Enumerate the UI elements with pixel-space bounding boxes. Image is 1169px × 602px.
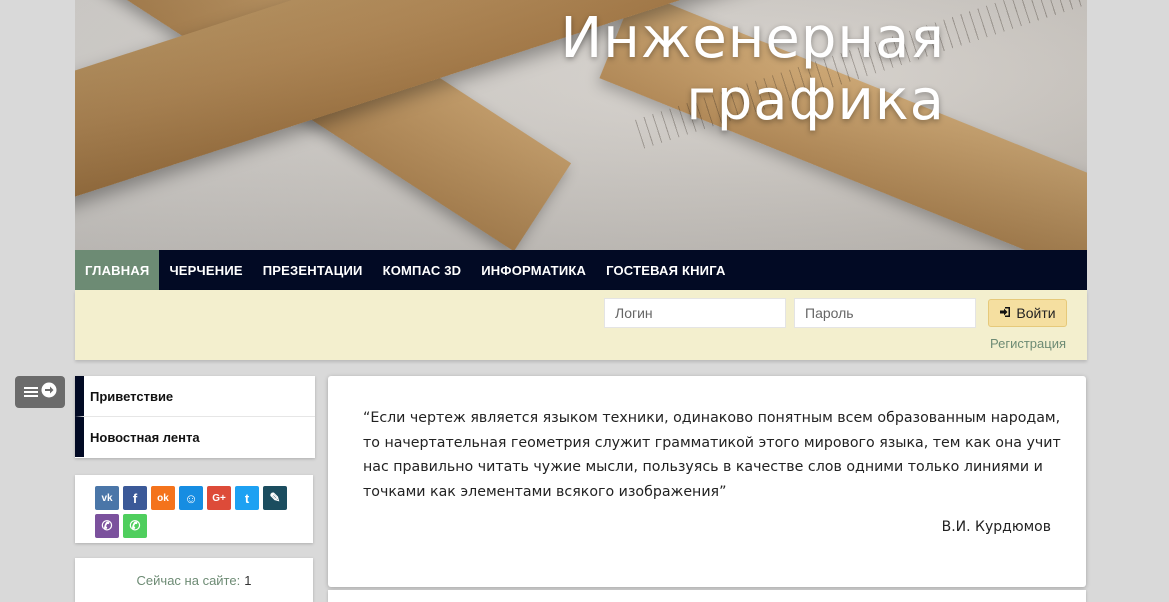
online-label: Сейчас на сайте: [136,572,241,588]
facebook-icon: f [132,490,138,506]
nav-item-presentations[interactable]: ПРЕЗЕНТАЦИИ [253,250,373,290]
menu-icon [23,383,38,402]
sidebar-menu: Приветствие Новостная лента [75,376,315,458]
quote-text: “Если чертеж является языком техники, од… [363,410,1061,500]
odnoklassniki-icon: ok [157,492,169,504]
online-counter: Сейчас на сайте: 1 [75,558,313,602]
googleplus-icon: G+ [212,492,226,504]
odnoklassniki-share-button[interactable]: ok [151,486,175,510]
password-input[interactable] [794,298,976,328]
moimir-share-button[interactable]: ☺ [179,486,203,510]
share-widget: vk f ok ☺ G+ t ✎ ✆ ✆ [75,475,313,543]
sidebar-item-greeting[interactable]: Приветствие [75,376,315,416]
vk-icon: vk [101,492,113,504]
sidebar-toggle-button[interactable] [15,376,65,408]
quote-card: “Если чертеж является языком техники, од… [328,376,1086,587]
livejournal-icon: ✎ [269,490,281,505]
content-card [328,590,1086,602]
page: Инженерная графика ГЛАВНАЯ ЧЕРЧЕНИЕ ПРЕЗ… [75,0,1087,360]
online-count: 1 [244,572,252,588]
site-title-line: графика [686,68,945,133]
login-button-label: Войти [1016,305,1056,321]
share-buttons: vk f ok ☺ G+ t ✎ ✆ ✆ [95,486,295,538]
login-bar: Войти Регистрация [75,290,1087,360]
nav-item-informatics[interactable]: ИНФОРМАТИКА [471,250,596,290]
nav-item-kompas3d[interactable]: КОМПАС 3D [373,250,472,290]
register-link[interactable]: Регистрация [990,336,1066,351]
whatsapp-icon: ✆ [129,518,141,533]
login-input[interactable] [604,298,786,328]
nav-item-guestbook[interactable]: ГОСТЕВАЯ КНИГА [596,250,735,290]
twitter-share-button[interactable]: t [235,486,259,510]
sign-in-icon [999,305,1011,321]
twitter-icon: t [244,490,250,506]
vk-share-button[interactable]: vk [95,486,119,510]
facebook-share-button[interactable]: f [123,486,147,510]
main-nav: ГЛАВНАЯ ЧЕРЧЕНИЕ ПРЕЗЕНТАЦИИ КОМПАС 3D И… [75,250,1087,290]
site-title-line: Инженерная [560,6,945,71]
arrow-right-circle-icon [41,382,57,402]
viber-share-button[interactable]: ✆ [95,514,119,538]
header-banner: Инженерная графика [75,0,1087,250]
nav-item-home[interactable]: ГЛАВНАЯ [75,250,160,290]
googleplus-share-button[interactable]: G+ [207,486,231,510]
site-title[interactable]: Инженерная графика [560,8,945,132]
moimir-icon: ☺ [184,490,198,506]
whatsapp-share-button[interactable]: ✆ [123,514,147,538]
livejournal-share-button[interactable]: ✎ [263,486,287,510]
nav-item-drawing[interactable]: ЧЕРЧЕНИЕ [159,250,252,290]
sidebar-item-news[interactable]: Новостная лента [75,416,315,457]
login-button[interactable]: Войти [988,299,1067,327]
quote-author: В.И. Курдюмов [941,519,1051,535]
viber-icon: ✆ [101,518,113,533]
